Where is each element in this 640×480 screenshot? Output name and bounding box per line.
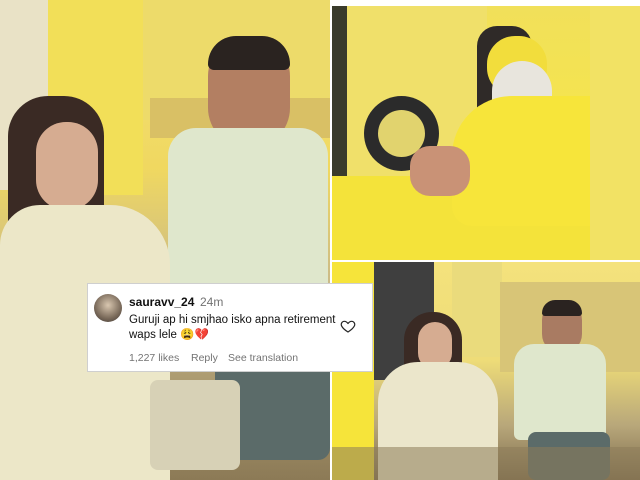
comment-text: Guruji ap hi smjhao isko apna retirement… xyxy=(129,314,336,341)
reply-button[interactable]: Reply xyxy=(191,352,218,364)
photo-couple-seated xyxy=(0,0,330,480)
photo-couple-wide xyxy=(332,262,640,480)
like-count[interactable]: 1,227 likes xyxy=(129,352,179,364)
comment-card: sauravv_24 24m Guruji ap hi smjhao isko … xyxy=(87,283,373,372)
comment-username[interactable]: sauravv_24 xyxy=(129,295,194,309)
photo-guru xyxy=(332,6,640,260)
see-translation-button[interactable]: See translation xyxy=(228,352,298,364)
heart-icon[interactable] xyxy=(340,318,356,334)
avatar[interactable] xyxy=(94,294,122,322)
comment-timestamp: 24m xyxy=(200,295,224,309)
